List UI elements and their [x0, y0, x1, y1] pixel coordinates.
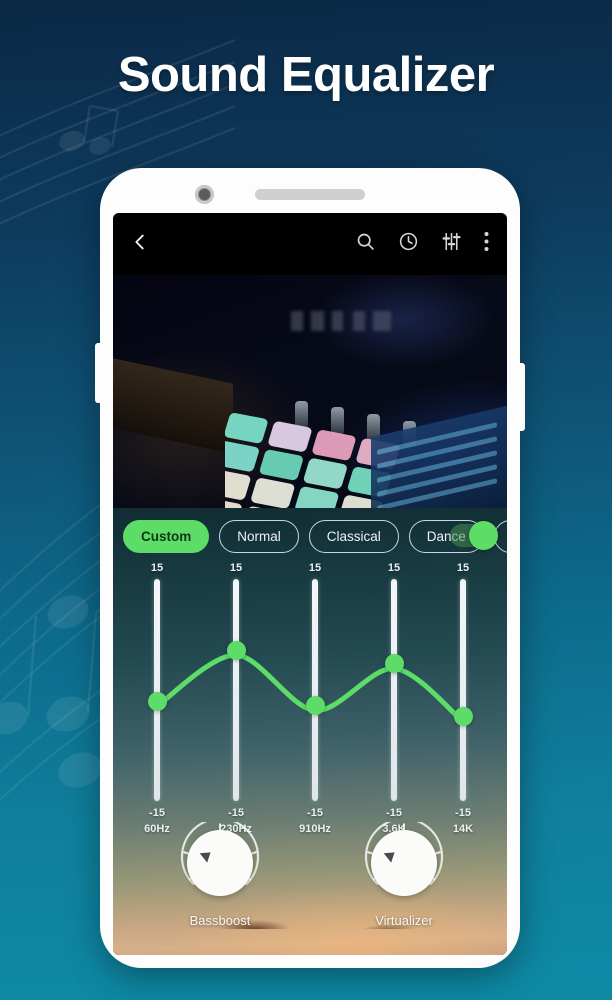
- art-backdrop-logo: [291, 311, 391, 331]
- preset-chip-custom[interactable]: Custom: [123, 519, 210, 553]
- back-icon[interactable]: [129, 231, 151, 258]
- bassboost-label: Bassboost: [189, 913, 251, 928]
- phone-mockup: Custom Normal Classical Dance 15 -15 60H…: [95, 168, 525, 968]
- front-camera-icon: [195, 185, 214, 204]
- phone-screen: Custom Normal Classical Dance 15 -15 60H…: [113, 213, 507, 955]
- power-button[interactable]: [518, 363, 525, 431]
- equalizer-panel: Custom Normal Classical Dance 15 -15 60H…: [113, 508, 507, 955]
- preset-chip-label: Normal: [237, 528, 281, 544]
- band-slider-thumb[interactable]: [453, 707, 473, 727]
- band-slider-thumb[interactable]: [147, 691, 167, 711]
- preset-chip-row: Custom Normal Classical Dance: [113, 517, 507, 555]
- page-title: Sound Equalizer: [117, 48, 495, 102]
- band-slider-thumb[interactable]: [305, 696, 325, 716]
- equalizer-icon[interactable]: [441, 231, 462, 257]
- band-slider-thumb[interactable]: [384, 653, 404, 673]
- virtualizer-label: Virtualizer: [375, 913, 433, 928]
- album-art: [113, 253, 507, 508]
- preset-chip-label: Classical: [326, 528, 381, 544]
- earpiece-speaker: [255, 189, 365, 200]
- preset-chip-label: Custom: [141, 528, 192, 544]
- equalizer-bands: 15 -15 60Hz 15 -15 230Hz 15 -15 910Hz 15…: [113, 562, 507, 852]
- app-top-bar: [113, 213, 507, 275]
- search-icon[interactable]: [355, 231, 376, 257]
- preset-chip-normal[interactable]: Normal: [219, 519, 299, 553]
- equalizer-power-toggle[interactable]: [450, 521, 498, 550]
- volume-button[interactable]: [95, 343, 102, 403]
- overflow-menu-icon[interactable]: [484, 231, 489, 257]
- band-slider-thumb[interactable]: [226, 640, 246, 660]
- preset-chip-classical[interactable]: Classical: [308, 519, 399, 553]
- clock-icon[interactable]: [398, 231, 419, 257]
- art-shelf: [113, 358, 233, 454]
